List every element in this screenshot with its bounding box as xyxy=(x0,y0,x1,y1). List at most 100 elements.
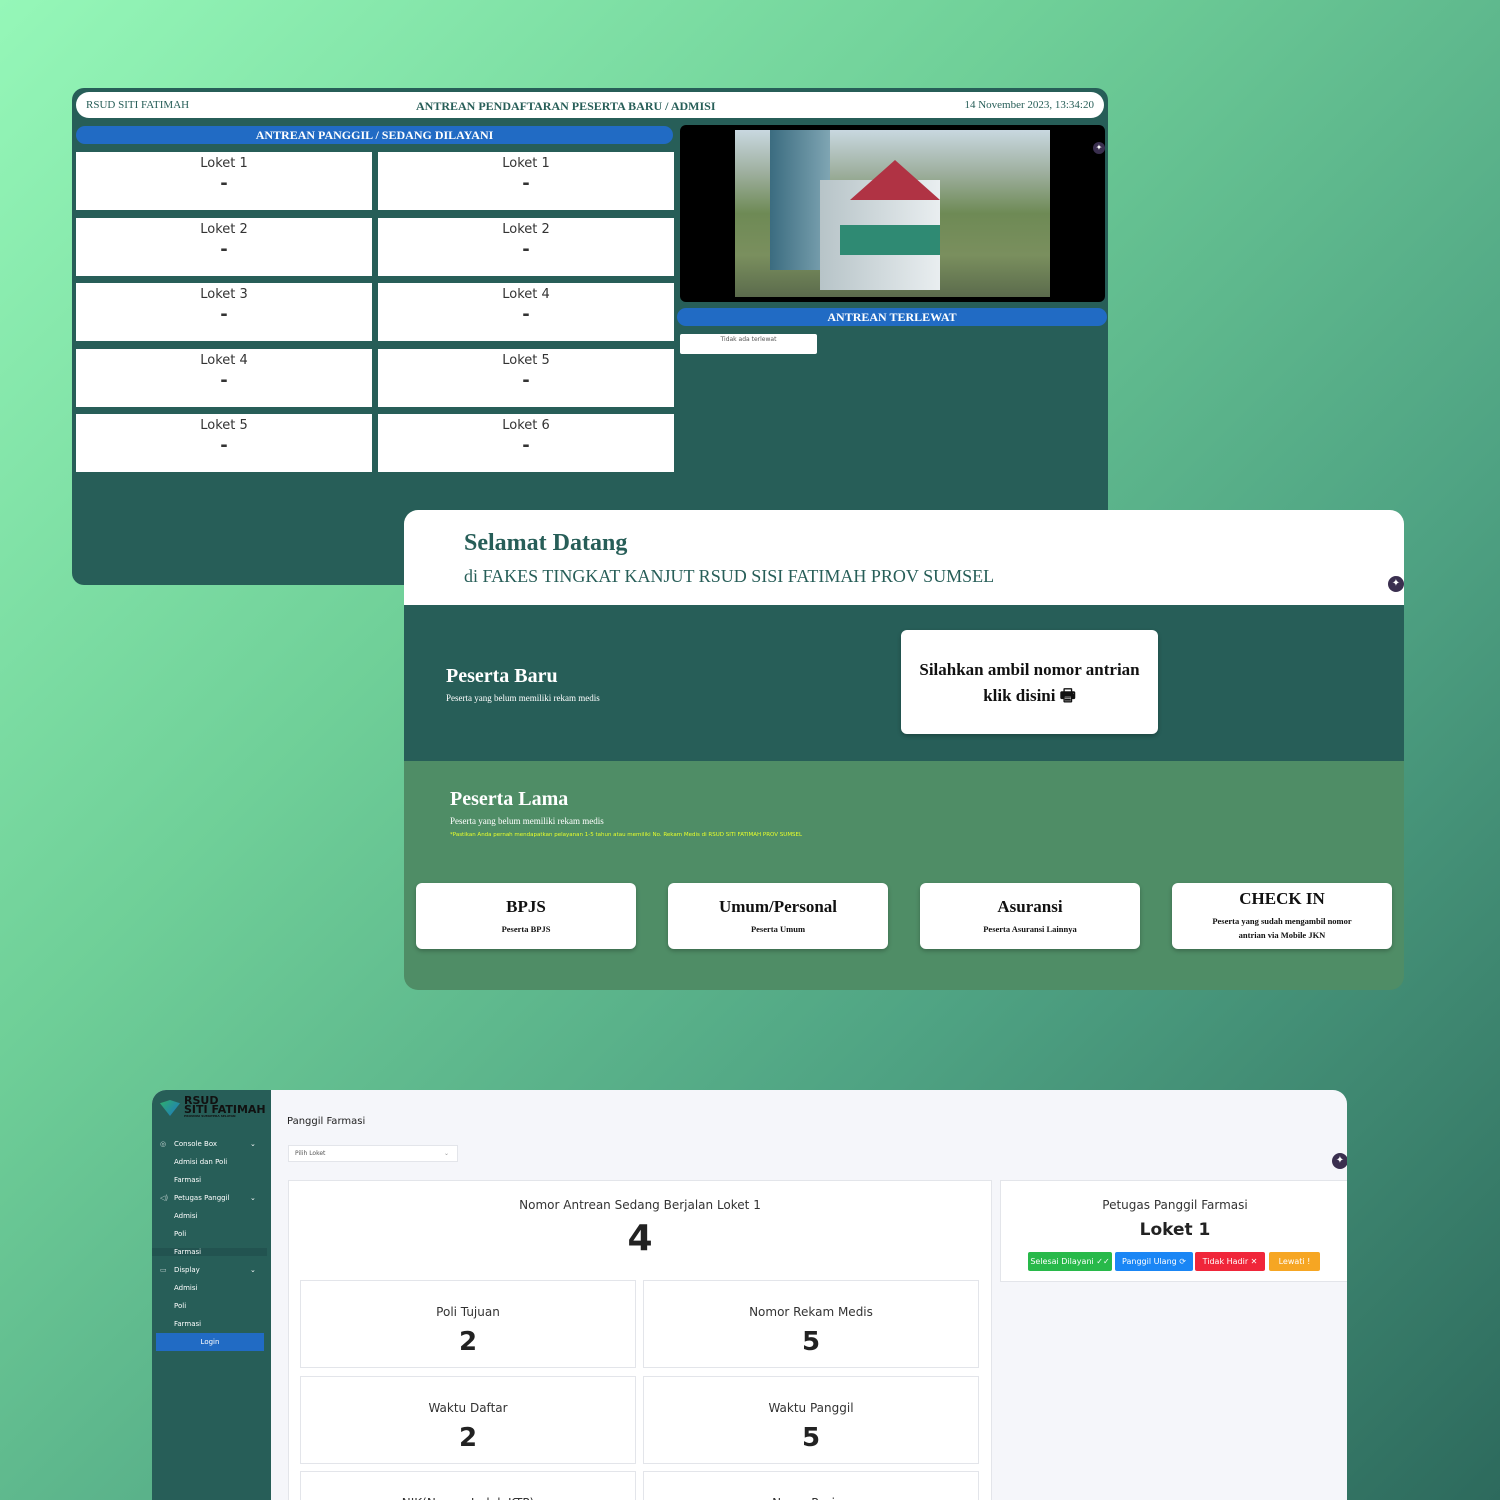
action-button-0[interactable]: Selesai Dilayani ✓✓ xyxy=(1028,1252,1112,1271)
menu-item[interactable]: Poli xyxy=(174,1302,186,1310)
info-value: 2 xyxy=(458,1422,478,1453)
chevron-down-icon: ⌄ xyxy=(443,1150,449,1157)
option-desc: Peserta Umum xyxy=(750,924,806,934)
logo-text: RSUD SITI FATIMAH PROVINSI SUMATERA SELATA… xyxy=(184,1094,266,1118)
loket-name: Loket 2 xyxy=(502,221,550,237)
current-queue-label: Nomor Antrean Sedang Berjalan Loket 1 xyxy=(519,1198,761,1212)
peserta-lama-title: Peserta Lama xyxy=(450,788,569,810)
option-button-2[interactable]: Asuransi Peserta Asuransi Lainnya xyxy=(920,883,1140,949)
info-value: 5 xyxy=(801,1422,821,1453)
assistant-icon[interactable]: ✦ xyxy=(1332,1153,1347,1169)
box-icon: ◎ xyxy=(160,1140,167,1148)
chevron-down-icon: ⌄ xyxy=(250,1140,256,1148)
peserta-lama-desc: Peserta yang belum memiliki rekam medis xyxy=(450,816,604,826)
loket-card: Loket 5- xyxy=(76,414,372,472)
loket-card: Loket 2- xyxy=(76,217,372,276)
option-title: BPJS xyxy=(506,897,546,916)
current-queue-number: 4 xyxy=(627,1218,653,1259)
take-number-line1: Silahkan ambil nomor antrian xyxy=(919,660,1140,679)
action-button-3[interactable]: Lewati ! xyxy=(1269,1252,1320,1271)
speaker-icon: ◁) xyxy=(160,1194,169,1202)
menu-item[interactable]: Farmasi xyxy=(174,1320,201,1328)
page-title: Panggil Farmasi xyxy=(287,1116,366,1127)
info-label: Waktu Panggil xyxy=(768,1400,854,1415)
sidebar: RSUD SITI FATIMAH PROVINSI SUMATERA SELATA… xyxy=(152,1090,271,1500)
loket-number: - xyxy=(522,369,530,391)
take-number-button[interactable]: Silahkan ambil nomor antrian klik disini… xyxy=(901,630,1158,734)
info-card: Waktu Panggil 5 xyxy=(643,1375,979,1464)
loket-card: Loket 3 - xyxy=(76,283,372,341)
info-card: Waktu Daftar 2 xyxy=(300,1375,636,1464)
option-button-1[interactable]: Umum/Personal Peserta Umum xyxy=(668,883,888,949)
menu-item[interactable]: Farmasi xyxy=(152,1248,267,1256)
datetime: 14 November 2023, 13:34:20 xyxy=(964,99,1094,111)
loket-select[interactable]: Pilih Loket ⌄ xyxy=(288,1145,458,1162)
select-placeholder: Pilih Loket xyxy=(295,1150,326,1157)
info-value: 2 xyxy=(458,1327,478,1357)
loket-name: Loket 4 xyxy=(502,287,550,302)
loket-number: - xyxy=(522,238,530,260)
peserta-baru-desc: Peserta yang belum memiliki rekam medis xyxy=(446,693,600,703)
hospital-video[interactable] xyxy=(680,125,1105,302)
loket-card: Loket 1 - xyxy=(378,152,674,210)
loket-name: Loket 3 xyxy=(200,287,248,302)
admin-panel: RSUD SITI FATIMAH PROVINSI SUMATERA SELATA… xyxy=(152,1090,1347,1500)
loket-number: - xyxy=(220,173,228,194)
peserta-lama-note: *Pastikan Anda pernah mendapatkan pelaya… xyxy=(450,832,803,838)
assistant-icon[interactable]: ✦ xyxy=(1388,576,1404,592)
info-card: Nomor Rekam Medis 5 xyxy=(643,1280,979,1368)
printer-icon: 🖶 xyxy=(1059,686,1076,705)
loket-card: Loket 1 - xyxy=(76,152,372,210)
welcome-title: Selamat Datang xyxy=(464,530,628,556)
loket-name: Loket 1 xyxy=(502,156,550,171)
take-number-line2: klik disini xyxy=(983,686,1056,705)
menu-item[interactable]: Admisi dan Poli xyxy=(174,1158,227,1166)
loket-number: - xyxy=(220,369,228,391)
chevron-down-icon: ⌄ xyxy=(250,1266,256,1274)
loket-card: Loket 5- xyxy=(378,348,674,407)
option-desc: Peserta Asuransi Lainnya xyxy=(983,924,1077,934)
assistant-icon[interactable]: ✦ xyxy=(1093,142,1105,154)
officer-title: Petugas Panggil Farmasi xyxy=(1102,1198,1248,1212)
loket-number: - xyxy=(220,238,228,260)
loket-number: - xyxy=(522,173,530,194)
loket-name: Loket 1 xyxy=(200,156,248,171)
menu-item[interactable]: Poli xyxy=(174,1230,186,1238)
monitor-icon: ▭ xyxy=(160,1266,167,1274)
missed-header: ANTREAN TERLEWAT xyxy=(677,308,1107,326)
loket-number: - xyxy=(220,435,228,456)
loket-card: Loket 4- xyxy=(76,348,372,407)
called-header: ANTREAN PANGGIL / SEDANG DILAYANI xyxy=(76,126,673,144)
option-button-3[interactable]: CHECK IN Peserta yang sudah mengambil nom… xyxy=(1172,883,1392,949)
loket-number: - xyxy=(522,304,530,325)
menu-item[interactable]: Admisi xyxy=(174,1212,197,1220)
kiosk-panel: Selamat Datang di FAKES TINGKAT KANJUT R… xyxy=(404,510,1404,990)
menu-group[interactable]: Console Box xyxy=(174,1140,217,1148)
loket-number: - xyxy=(220,304,228,325)
info-label: Poli Tujuan xyxy=(436,1305,500,1319)
info-label: Waktu Daftar xyxy=(428,1400,508,1415)
option-title: Asuransi xyxy=(997,897,1063,916)
display-title: ANTREAN PENDAFTARAN PESERTA BARU / ADMIS… xyxy=(416,99,716,113)
info-card: Poli Tujuan 2 xyxy=(300,1280,636,1368)
chevron-down-icon: ⌄ xyxy=(250,1194,256,1202)
loket-number: - xyxy=(522,435,530,456)
menu-item[interactable]: Admisi xyxy=(174,1284,197,1292)
option-button-0[interactable]: BPJS Peserta BPJS xyxy=(416,883,636,949)
loket-name: Loket 2 xyxy=(200,221,248,237)
logo-icon xyxy=(160,1100,180,1116)
menu-group[interactable]: Petugas Panggil xyxy=(174,1194,229,1202)
welcome-subtitle: di FAKES TINGKAT KANJUT RSUD SISI FATIMA… xyxy=(464,566,995,586)
login-button[interactable]: Login xyxy=(156,1333,264,1351)
option-desc: Peserta BPJS xyxy=(501,924,551,934)
menu-group[interactable]: Display xyxy=(174,1266,200,1274)
action-button-2[interactable]: Tidak Hadir ✕ xyxy=(1195,1252,1265,1271)
option-title: CHECK IN xyxy=(1239,889,1325,908)
loket-card: Loket 2- xyxy=(378,217,674,276)
hospital-building-image xyxy=(735,130,1050,297)
action-button-1[interactable]: Panggil Ulang ⟳ xyxy=(1115,1252,1193,1271)
menu-item[interactable]: Farmasi xyxy=(174,1176,201,1184)
loket-name: Loket 4 xyxy=(200,352,248,368)
option-desc: Peserta yang sudah mengambil nomor antri… xyxy=(1212,916,1352,940)
loket-card: Loket 4 - xyxy=(378,283,674,341)
